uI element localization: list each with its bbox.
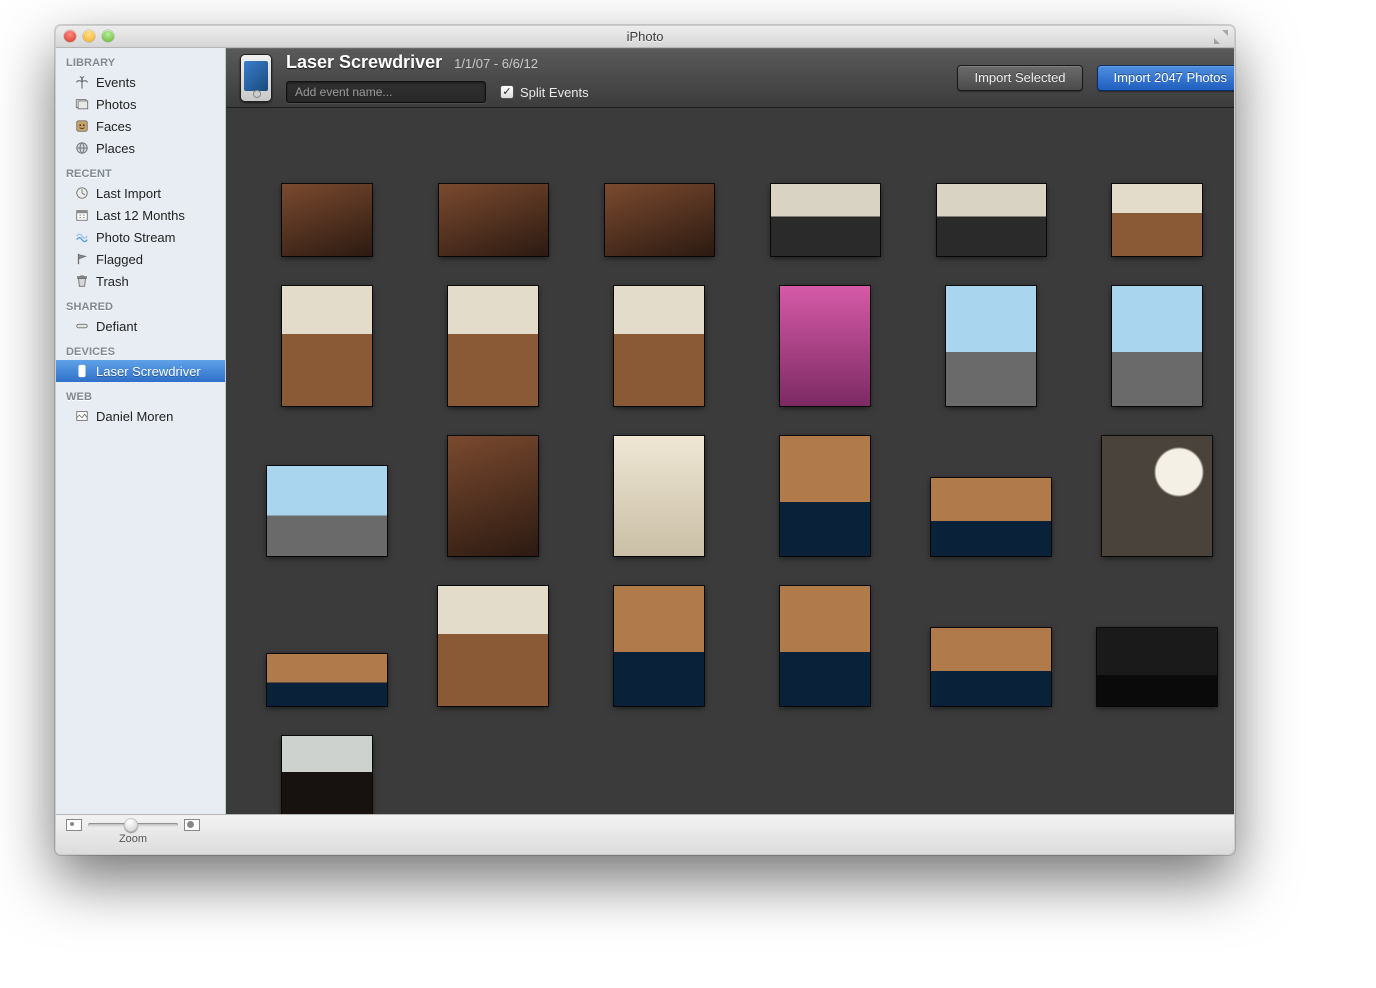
calendar-icon: [74, 207, 90, 223]
sidebar-item-label: Faces: [96, 119, 131, 134]
photo-thumbnail[interactable]: [576, 576, 742, 716]
photo-thumbnail[interactable]: [742, 174, 908, 266]
titlebar: iPhoto: [56, 26, 1234, 48]
share-icon: [74, 318, 90, 334]
photo-thumbnail[interactable]: [1074, 174, 1235, 266]
sidebar-item-label: Last Import: [96, 186, 161, 201]
photo-thumbnail[interactable]: [244, 276, 410, 416]
photo-grid: [244, 116, 1235, 854]
photo-thumbnail[interactable]: [410, 276, 576, 416]
sidebar-item-label: Photo Stream: [96, 230, 176, 245]
zoom-in-icon[interactable]: [184, 819, 200, 831]
window-title: iPhoto: [627, 29, 664, 44]
sidebar-section-header: WEB: [56, 388, 225, 405]
photo-thumbnail[interactable]: [410, 576, 576, 716]
zoom-slider-knob[interactable]: [124, 818, 138, 832]
split-events-checkbox[interactable]: ✓: [500, 85, 514, 99]
sidebar-item-places[interactable]: Places: [56, 137, 225, 159]
sidebar-item-trash[interactable]: Trash: [56, 270, 225, 292]
sidebar-item-label: Laser Screwdriver: [96, 364, 201, 379]
gallery-icon: [74, 408, 90, 424]
photo-thumbnail[interactable]: [1074, 426, 1235, 566]
photo-thumbnail[interactable]: [908, 174, 1074, 266]
photo-thumbnail[interactable]: [576, 426, 742, 566]
palm-icon: [74, 74, 90, 90]
sidebar-item-daniel-moren[interactable]: Daniel Moren: [56, 405, 225, 427]
sidebar-item-label: Places: [96, 141, 135, 156]
zoom-out-icon[interactable]: [66, 819, 82, 831]
photo-thumbnail[interactable]: [410, 174, 576, 266]
photo-thumbnail[interactable]: [244, 644, 410, 716]
photo-thumbnail[interactable]: [1074, 618, 1235, 716]
close-button[interactable]: [64, 30, 76, 42]
face-icon: [74, 118, 90, 134]
sidebar-item-label: Defiant: [96, 319, 137, 334]
import-toolbar: Laser Screwdriver 1/1/07 - 6/6/12 ✓ Spli…: [226, 48, 1235, 108]
globe-icon: [74, 140, 90, 156]
import-all-label: Import 2047 Photos: [1114, 70, 1227, 85]
fullscreen-button[interactable]: [1214, 30, 1228, 44]
import-selected-button[interactable]: Import Selected: [957, 65, 1082, 91]
sidebar-item-photos[interactable]: Photos: [56, 93, 225, 115]
trash-icon: [74, 273, 90, 289]
sidebar-item-last-12-months[interactable]: Last 12 Months: [56, 204, 225, 226]
flag-icon: [74, 251, 90, 267]
zoom-label: Zoom: [119, 833, 147, 845]
device-name: Laser Screwdriver: [286, 52, 442, 73]
sidebar: LIBRARY Events Photos Faces Places RECENT Last…: [56, 48, 226, 854]
photo-thumbnail[interactable]: [576, 276, 742, 416]
sidebar-item-events[interactable]: Events: [56, 71, 225, 93]
photo-thumbnail[interactable]: [908, 468, 1074, 566]
sidebar-section-header: RECENT: [56, 165, 225, 182]
stream-icon: [74, 229, 90, 245]
sidebar-section-header: SHARED: [56, 298, 225, 315]
photo-thumbnail[interactable]: [742, 576, 908, 716]
photo-thumbnail[interactable]: [742, 276, 908, 416]
bottom-toolbar: Zoom: [56, 814, 1234, 854]
sidebar-item-defiant[interactable]: Defiant: [56, 315, 225, 337]
sidebar-item-photo-stream[interactable]: Photo Stream: [56, 226, 225, 248]
sidebar-section-header: LIBRARY: [56, 54, 225, 71]
photo-thumbnail[interactable]: [576, 174, 742, 266]
photo-thumbnail[interactable]: [908, 618, 1074, 716]
minimize-button[interactable]: [83, 30, 95, 42]
sidebar-item-label: Last 12 Months: [96, 208, 185, 223]
sidebar-item-label: Flagged: [96, 252, 143, 267]
photo-thumbnail[interactable]: [410, 426, 576, 566]
iphone-icon: [240, 54, 272, 102]
photo-thumbnail[interactable]: [742, 426, 908, 566]
iphone-icon: [74, 363, 90, 379]
zoom-button[interactable]: [102, 30, 114, 42]
split-events-label: Split Events: [520, 85, 589, 100]
photos-icon: [74, 96, 90, 112]
sidebar-item-label: Events: [96, 75, 136, 90]
photo-thumbnail[interactable]: [908, 276, 1074, 416]
date-range: 1/1/07 - 6/6/12: [454, 56, 538, 71]
event-name-input[interactable]: [286, 81, 486, 103]
photo-grid-scroll[interactable]: [226, 108, 1235, 854]
sidebar-item-label: Photos: [96, 97, 136, 112]
app-window: iPhoto LIBRARY Events Photos Faces Places REC…: [55, 25, 1235, 855]
photo-thumbnail[interactable]: [244, 456, 410, 566]
window-controls: [64, 30, 114, 42]
content-area: Laser Screwdriver 1/1/07 - 6/6/12 ✓ Spli…: [226, 48, 1235, 854]
sidebar-section-header: DEVICES: [56, 343, 225, 360]
sidebar-item-faces[interactable]: Faces: [56, 115, 225, 137]
import-selected-label: Import Selected: [974, 70, 1065, 85]
sidebar-item-flagged[interactable]: Flagged: [56, 248, 225, 270]
photo-thumbnail[interactable]: [244, 174, 410, 266]
clock-icon: [74, 185, 90, 201]
sidebar-item-last-import[interactable]: Last Import: [56, 182, 225, 204]
sidebar-item-label: Trash: [96, 274, 129, 289]
zoom-slider[interactable]: [88, 823, 178, 827]
photo-thumbnail[interactable]: [1074, 276, 1235, 416]
import-all-button[interactable]: Import 2047 Photos: [1097, 65, 1235, 91]
sidebar-item-laser-screwdriver[interactable]: Laser Screwdriver: [56, 360, 225, 382]
sidebar-item-label: Daniel Moren: [96, 409, 173, 424]
